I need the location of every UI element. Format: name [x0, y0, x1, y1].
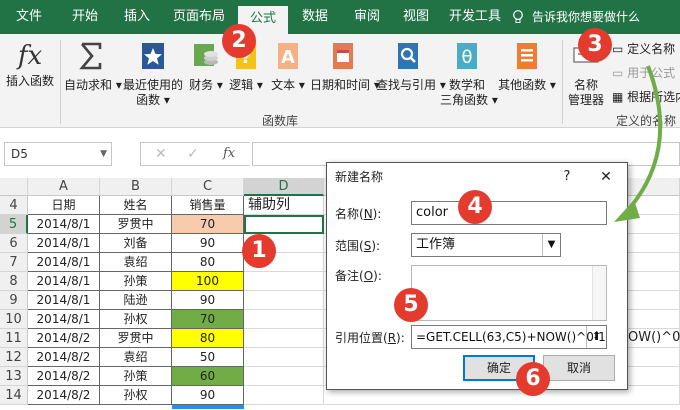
callout-2: 2 [222, 24, 256, 58]
callout-arrow-icon [614, 65, 663, 222]
callout-5: 5 [394, 288, 428, 322]
callout-3: 3 [578, 28, 612, 62]
callout-1: 1 [242, 234, 276, 268]
callout-4: 4 [458, 190, 492, 224]
callout-6: 6 [516, 362, 550, 396]
